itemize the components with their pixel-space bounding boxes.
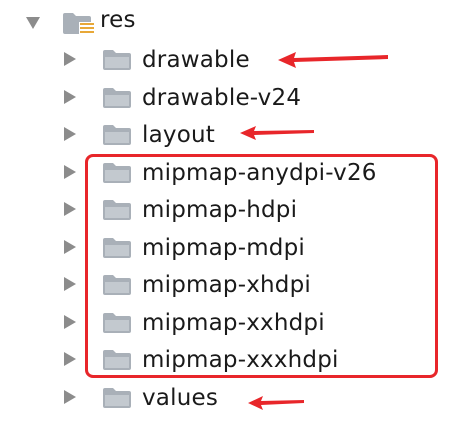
folder-icon bbox=[102, 123, 132, 151]
tree-row-values[interactable]: values bbox=[0, 381, 461, 418]
collapse-arrow-icon[interactable] bbox=[64, 390, 76, 404]
tree-row-layout[interactable]: layout bbox=[0, 118, 461, 155]
collapse-arrow-icon[interactable] bbox=[64, 90, 76, 104]
collapse-arrow-icon[interactable] bbox=[64, 277, 76, 291]
collapse-arrow-icon[interactable] bbox=[64, 315, 76, 329]
annotation-arrow-layout bbox=[240, 126, 314, 140]
project-tree: res drawable drawable-v24 layout mipmap-… bbox=[0, 0, 461, 435]
collapse-arrow-icon[interactable] bbox=[64, 202, 76, 216]
collapse-arrow-icon[interactable] bbox=[64, 352, 76, 366]
annotation-arrow-drawable bbox=[278, 52, 388, 68]
folder-icon bbox=[102, 86, 132, 114]
collapse-arrow-icon[interactable] bbox=[64, 52, 76, 66]
tree-label-res: res bbox=[100, 7, 136, 33]
tree-row-res[interactable]: res bbox=[0, 2, 461, 39]
folder-icon bbox=[102, 386, 132, 414]
tree-label-drawable-v24: drawable-v24 bbox=[142, 85, 302, 111]
collapse-arrow-icon[interactable] bbox=[64, 127, 76, 141]
mipmap-highlight-box bbox=[85, 154, 438, 378]
resource-folder-icon bbox=[62, 11, 96, 41]
collapse-arrow-icon[interactable] bbox=[64, 240, 76, 254]
tree-row-drawable[interactable]: drawable bbox=[0, 43, 461, 80]
tree-label-layout: layout bbox=[142, 122, 215, 148]
tree-label-drawable: drawable bbox=[142, 47, 250, 73]
collapse-arrow-icon[interactable] bbox=[64, 165, 76, 179]
folder-icon bbox=[102, 48, 132, 76]
tree-label-values: values bbox=[142, 385, 219, 411]
expand-arrow-icon[interactable] bbox=[26, 17, 40, 29]
annotation-arrow-values bbox=[248, 396, 304, 410]
tree-row-drawable-v24[interactable]: drawable-v24 bbox=[0, 81, 461, 118]
